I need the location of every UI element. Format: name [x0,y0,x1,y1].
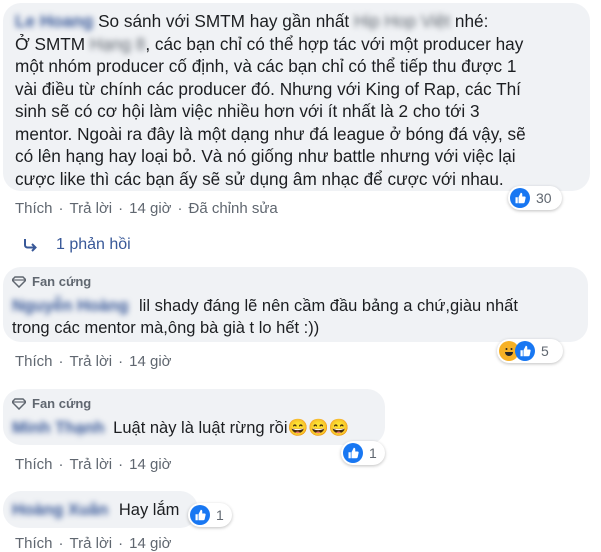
timestamp[interactable]: 14 giờ [129,535,171,552]
like-icon [190,505,210,525]
diamond-icon [12,275,26,288]
reply-link[interactable]: Trả lời [70,456,113,473]
timestamp[interactable]: 14 giờ [129,353,171,370]
comment-text: Nguyễn Hoàng lil shady đáng lẽ nên cầm đ… [12,297,518,337]
edited-label[interactable]: Đã chỉnh sửa [189,200,278,217]
reply-arrow-icon [24,239,37,252]
comment-text: Le Hoang So sánh với SMTM hay gần nhất H… [15,11,526,189]
reaction-count: 1 [369,445,377,461]
reaction-summary[interactable]: 30 [508,186,562,210]
reaction-count: 30 [536,190,552,206]
comment-author[interactable]: Le Hoang [15,11,93,31]
comment-text: Minh Thạnh Luật này là luật rừng rồi😄😄😄 [12,419,350,437]
comment-bubble: Fan cứng Minh Thạnh Luật này là luật rừn… [3,389,385,445]
comment-actions: Thích · Trả lời · 14 giờ [15,353,172,370]
comment-bubble: Fan cứng Nguyễn Hoàng lil shady đáng lẽ … [3,267,588,342]
comment-author[interactable]: Nguyễn Hoàng [12,297,128,315]
reply-link[interactable]: Trả lời [70,200,113,217]
reaction-summary[interactable]: 1 [188,503,232,527]
view-replies-button[interactable]: 1 phản hồi [22,236,131,254]
like-link[interactable]: Thích [15,353,53,370]
like-link[interactable]: Thích [15,456,53,473]
replies-count-label: 1 phản hồi [56,236,131,253]
reply-link[interactable]: Trả lời [70,353,113,370]
fan-badge: Fan cứng [12,274,91,289]
like-icon [343,443,363,463]
timestamp[interactable]: 14 giờ [129,200,171,217]
reaction-summary[interactable]: 1 [341,441,385,465]
comment-actions: Thích · Trả lời · 14 giờ [15,535,172,552]
like-link[interactable]: Thích [15,535,53,552]
timestamp[interactable]: 14 giờ [129,456,171,473]
comment-text: Hoàng Xuân Hay lắm [12,501,180,519]
like-link[interactable]: Thích [15,200,53,217]
reaction-summary[interactable]: 5 [497,339,563,363]
comment-bubble: Hoàng Xuân Hay lắm [3,491,198,528]
reaction-count: 5 [541,343,549,359]
fan-badge: Fan cứng [12,396,91,411]
comment-actions: Thích · Trả lời · 14 giờ [15,456,172,473]
like-icon [515,341,535,361]
reaction-count: 1 [216,507,224,523]
comment-author[interactable]: Hoàng Xuân [12,501,108,519]
comment-bubble: Le Hoang So sánh với SMTM hay gần nhất H… [3,3,590,191]
reply-link[interactable]: Trả lời [70,535,113,552]
comment-actions: Thích · Trả lời · 14 giờ · Đã chỉnh sửa [15,200,278,217]
like-icon [510,188,530,208]
diamond-icon [12,397,26,410]
comment-author[interactable]: Minh Thạnh [12,419,105,437]
